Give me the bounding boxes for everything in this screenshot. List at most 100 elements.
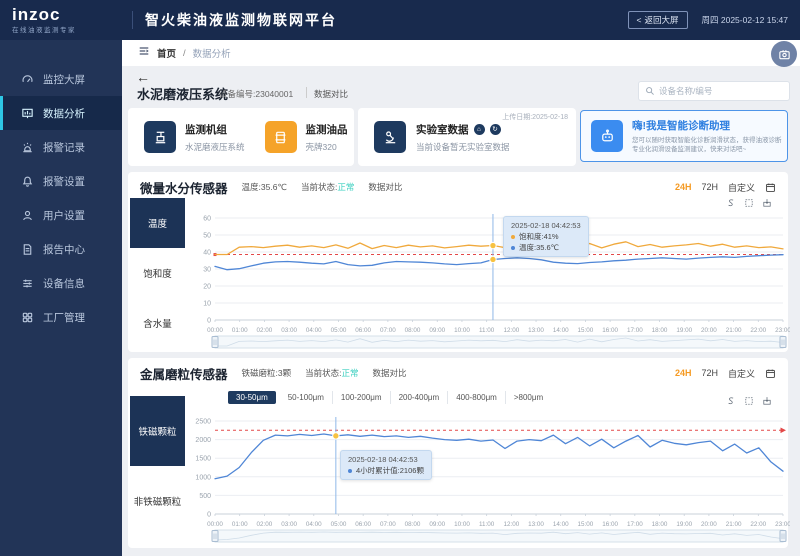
gauge-icon bbox=[21, 73, 34, 86]
datazoom-slider[interactable] bbox=[215, 336, 783, 348]
svg-text:20:00: 20:00 bbox=[701, 327, 717, 334]
metal-compare-link[interactable]: 数据对比 bbox=[373, 367, 407, 379]
top-header: inzoc 在线油液监测专家 智火柴油液监测物联网平台 < 返回大屏 周四 20… bbox=[0, 0, 800, 40]
device-search bbox=[638, 81, 790, 101]
svg-text:22:00: 22:00 bbox=[750, 327, 766, 334]
data-compare-link[interactable]: 数据对比 bbox=[314, 88, 348, 100]
sidebar-item-device-info[interactable]: 设备信息 bbox=[0, 266, 122, 300]
filter-100-200[interactable]: 100-200μm bbox=[333, 391, 391, 404]
svg-text:12:00: 12:00 bbox=[503, 521, 519, 528]
range-72h[interactable]: 72H bbox=[701, 182, 718, 192]
svg-text:20:00: 20:00 bbox=[701, 521, 717, 528]
moisture-compare-link[interactable]: 数据对比 bbox=[368, 181, 402, 193]
datazoom-handle[interactable] bbox=[780, 337, 786, 348]
range-custom[interactable]: 自定义 bbox=[728, 181, 755, 194]
svg-text:23:00: 23:00 bbox=[775, 521, 790, 528]
breadcrumb-home[interactable]: 首页 bbox=[157, 46, 176, 60]
moisture-sensor-panel: 微量水分传感器 温度:35.6℃ 当前状态:正常 数据对比 24H 72H 自定… bbox=[128, 172, 788, 352]
particle-size-filters: 30-50μm 50-100μm 100-200μm 200-400μm 400… bbox=[228, 391, 551, 404]
svg-text:03:00: 03:00 bbox=[281, 327, 297, 334]
camera-icon bbox=[778, 48, 791, 61]
range-72h[interactable]: 72H bbox=[701, 368, 718, 378]
svg-text:06:00: 06:00 bbox=[355, 521, 371, 528]
datazoom-handle[interactable] bbox=[212, 337, 218, 348]
svg-text:23:00: 23:00 bbox=[775, 327, 790, 334]
datazoom-handle[interactable] bbox=[780, 531, 786, 542]
app-title: 智火柴油液监测物联网平台 bbox=[145, 10, 337, 30]
lab-home-icon[interactable]: ⌂ bbox=[474, 124, 485, 135]
filter-800plus[interactable]: >800μm bbox=[506, 391, 551, 404]
robot-icon bbox=[591, 120, 623, 152]
svg-text:0: 0 bbox=[207, 318, 211, 325]
tab-ferromagnetic[interactable]: 铁磁颗粒 bbox=[130, 396, 185, 466]
lab-card-title: 实验室数据 bbox=[416, 122, 469, 137]
bar-chart-icon bbox=[21, 107, 34, 120]
metal-line-chart[interactable]: 0500100015002000250000:0001:0002:0003:00… bbox=[185, 406, 790, 544]
filter-30-50[interactable]: 30-50μm bbox=[228, 391, 276, 404]
filter-200-400[interactable]: 200-400μm bbox=[391, 391, 449, 404]
collapse-menu-icon[interactable] bbox=[138, 44, 150, 62]
chart-tooltip: 2025-02-18 04:42:53 饱和度:41% 温度:35.6℃ bbox=[503, 216, 589, 257]
lab-card: 上传日期:2025-02-18 实验室数据 ⌂ ↻ 当前设备暂无实验室数据 bbox=[358, 108, 576, 166]
sidebar-item-data-analysis[interactable]: 数据分析 bbox=[0, 96, 122, 130]
tooltip-time: 2025-02-18 04:42:53 bbox=[511, 220, 581, 231]
svg-text:15:00: 15:00 bbox=[578, 521, 594, 528]
sidebar-item-monitor-screen[interactable]: 监控大屏 bbox=[0, 62, 122, 96]
lab-refresh-icon[interactable]: ↻ bbox=[490, 124, 501, 135]
back-button[interactable]: ← bbox=[136, 70, 150, 84]
svg-text:18:00: 18:00 bbox=[652, 521, 668, 528]
svg-text:09:00: 09:00 bbox=[429, 327, 445, 334]
user-icon bbox=[21, 209, 34, 222]
svg-text:06:00: 06:00 bbox=[355, 327, 371, 334]
filter-400-800[interactable]: 400-800μm bbox=[448, 391, 506, 404]
svg-text:00:00: 00:00 bbox=[207, 521, 223, 528]
sidebar-item-user-settings[interactable]: 用户设置 bbox=[0, 198, 122, 232]
datazoom-icon[interactable] bbox=[744, 396, 754, 406]
sidebar-item-report-center[interactable]: 报告中心 bbox=[0, 232, 122, 266]
svg-text:1000: 1000 bbox=[195, 474, 211, 481]
page-title: 水泥磨液压系统 bbox=[137, 84, 228, 103]
filter-50-100[interactable]: 50-100μm bbox=[280, 391, 333, 404]
tab-non-ferromagnetic[interactable]: 非铁磁颗粒 bbox=[130, 466, 185, 536]
calendar-icon[interactable] bbox=[765, 368, 776, 379]
lab-upload-date: 上传日期:2025-02-18 bbox=[502, 112, 568, 122]
svg-text:07:00: 07:00 bbox=[380, 521, 396, 528]
svg-text:05:00: 05:00 bbox=[331, 327, 347, 334]
chart-tooltip: 2025-02-18 04:42:53 4小时累计值:2106颗 bbox=[340, 450, 432, 480]
search-input[interactable] bbox=[659, 86, 777, 96]
svg-text:14:00: 14:00 bbox=[553, 327, 569, 334]
screenshot-button[interactable] bbox=[771, 41, 797, 67]
sidebar-item-alarm-records[interactable]: 报警记录 bbox=[0, 130, 122, 164]
header-datetime: 周四 2025-02-12 15:47 bbox=[702, 14, 788, 26]
range-24h[interactable]: 24H bbox=[675, 368, 692, 378]
moisture-panel-header: 微量水分传感器 温度:35.6℃ 当前状态:正常 数据对比 24H 72H 自定… bbox=[140, 178, 776, 196]
datazoom-handle[interactable] bbox=[212, 531, 218, 542]
monitor-cards: 监测机组 水泥磨液压系统 监测油品 壳牌320 bbox=[128, 108, 354, 166]
logo-text: inzoc bbox=[12, 6, 120, 23]
moisture-line-chart[interactable]: 010203040506000:0001:0002:0003:0004:0005… bbox=[185, 202, 790, 350]
calendar-icon[interactable] bbox=[765, 182, 776, 193]
svg-text:08:00: 08:00 bbox=[405, 521, 421, 528]
sidebar-item-alarm-settings[interactable]: 报警设置 bbox=[0, 164, 122, 198]
unit-card-title: 监测机组 bbox=[185, 122, 245, 137]
svg-text:17:00: 17:00 bbox=[627, 521, 643, 528]
device-number: 设备编号:23040001 bbox=[219, 88, 293, 100]
svg-text:22:00: 22:00 bbox=[750, 521, 766, 528]
sidebar-item-factory-management[interactable]: 工厂管理 bbox=[0, 300, 122, 334]
back-to-bigscreen-button[interactable]: < 返回大屏 bbox=[628, 11, 688, 29]
save-image-icon[interactable] bbox=[762, 396, 772, 406]
svg-text:20: 20 bbox=[203, 284, 211, 291]
sidebar: 监控大屏 数据分析 报警记录 报警设置 用户设置 报告中心 设备信息 工厂管理 bbox=[0, 40, 122, 556]
svg-text:19:00: 19:00 bbox=[676, 327, 692, 334]
restore-icon[interactable] bbox=[726, 396, 736, 406]
range-custom[interactable]: 自定义 bbox=[728, 367, 755, 380]
ai-assistant-title: 嗨!我是智能诊断助理 bbox=[632, 118, 782, 133]
svg-text:13:00: 13:00 bbox=[528, 521, 544, 528]
tab-temperature[interactable]: 温度 bbox=[130, 198, 185, 248]
ai-assistant-card[interactable]: 嗨!我是智能诊断助理 您可以随时获取智能化诊断润滑状态，获得油液诊断 专业化润滑… bbox=[580, 110, 788, 162]
moisture-tab-column: 温度 饱和度 含水量 bbox=[130, 198, 185, 348]
tab-saturation[interactable]: 饱和度 bbox=[130, 248, 185, 298]
main-content: 首页 / 数据分析 ← 水泥磨液压系统 设备编号:23040001 数据对比 监… bbox=[122, 40, 800, 556]
tab-water-content[interactable]: 含水量 bbox=[130, 298, 185, 348]
range-24h[interactable]: 24H bbox=[675, 182, 692, 192]
